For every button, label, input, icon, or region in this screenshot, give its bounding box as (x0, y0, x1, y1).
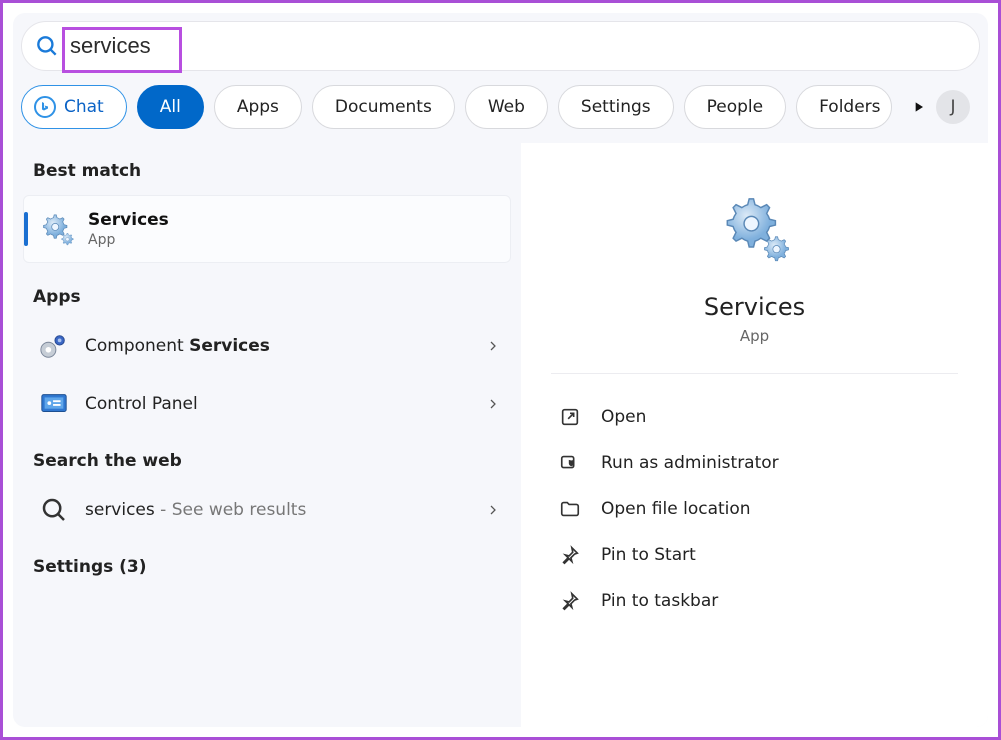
action-open-file-location[interactable]: Open file location (551, 486, 958, 532)
best-match-result[interactable]: Services App (23, 195, 511, 263)
open-icon (559, 406, 581, 428)
search-bar[interactable] (21, 21, 980, 71)
action-pin-to-start[interactable]: Pin to Start (551, 532, 958, 578)
app-row-label: Control Panel (85, 394, 487, 414)
filter-documents[interactable]: Documents (312, 85, 455, 129)
filter-web[interactable]: Web (465, 85, 548, 129)
app-row-label: Component Services (85, 336, 487, 356)
action-label: Run as administrator (601, 453, 779, 473)
filters-row: Chat All Apps Documents Web Settings Peo… (13, 71, 988, 143)
filters-more-button[interactable] (906, 99, 932, 115)
search-icon (39, 495, 69, 525)
pin-icon (559, 590, 581, 612)
search-icon (34, 33, 60, 59)
search-row (13, 13, 988, 71)
action-label: Open (601, 407, 646, 427)
component-services-icon (39, 331, 69, 361)
services-gear-icon (40, 212, 74, 246)
web-row-label: services - See web results (85, 500, 487, 520)
section-best-match: Best match (13, 143, 521, 191)
search-input-wrap (70, 33, 230, 59)
detail-actions: Open Run as administrator Open file loca… (521, 374, 988, 644)
best-match-title: Services (88, 210, 169, 230)
detail-pane: Services App Open Run as adminis (521, 143, 988, 727)
bing-icon (34, 96, 56, 118)
action-pin-to-taskbar[interactable]: Pin to taskbar (551, 578, 958, 624)
selection-indicator (24, 212, 28, 246)
chevron-right-icon (487, 338, 499, 354)
web-result[interactable]: services - See web results (13, 481, 521, 539)
section-web: Search the web (13, 433, 521, 481)
chevron-right-icon (487, 502, 499, 518)
chevron-right-icon (487, 396, 499, 412)
detail-header: Services App (551, 143, 958, 374)
app-result-control-panel[interactable]: Control Panel (13, 375, 521, 433)
search-input[interactable] (70, 33, 230, 59)
best-match-text: Services App (88, 210, 169, 248)
filter-people[interactable]: People (684, 85, 786, 129)
app-result-component-services[interactable]: Component Services (13, 317, 521, 375)
action-open[interactable]: Open (551, 394, 958, 440)
action-run-as-admin[interactable]: Run as administrator (551, 440, 958, 486)
avatar-initial: J (950, 97, 955, 117)
filter-all[interactable]: All (137, 85, 204, 129)
section-settings: Settings (3) (13, 539, 521, 587)
results-pane: Best match (13, 143, 521, 727)
annotation-frame: Chat All Apps Documents Web Settings Peo… (0, 0, 1001, 740)
best-match-subtitle: App (88, 232, 169, 248)
action-label: Pin to Start (601, 545, 696, 565)
filter-chat[interactable]: Chat (21, 85, 127, 129)
pin-icon (559, 544, 581, 566)
action-label: Pin to taskbar (601, 591, 718, 611)
filter-settings[interactable]: Settings (558, 85, 674, 129)
detail-title: Services (704, 293, 805, 321)
filter-chat-label: Chat (64, 97, 104, 117)
filter-folders[interactable]: Folders (796, 85, 891, 129)
detail-subtitle: App (740, 327, 769, 345)
control-panel-icon (39, 389, 69, 419)
play-icon (911, 99, 927, 115)
folder-icon (559, 498, 581, 520)
main-area: Best match (13, 143, 988, 727)
section-apps: Apps (13, 269, 521, 317)
search-panel: Chat All Apps Documents Web Settings Peo… (13, 13, 988, 727)
services-gear-icon (720, 193, 790, 263)
filter-apps[interactable]: Apps (214, 85, 302, 129)
user-avatar[interactable]: J (936, 90, 970, 124)
action-label: Open file location (601, 499, 751, 519)
shield-admin-icon (559, 452, 581, 474)
